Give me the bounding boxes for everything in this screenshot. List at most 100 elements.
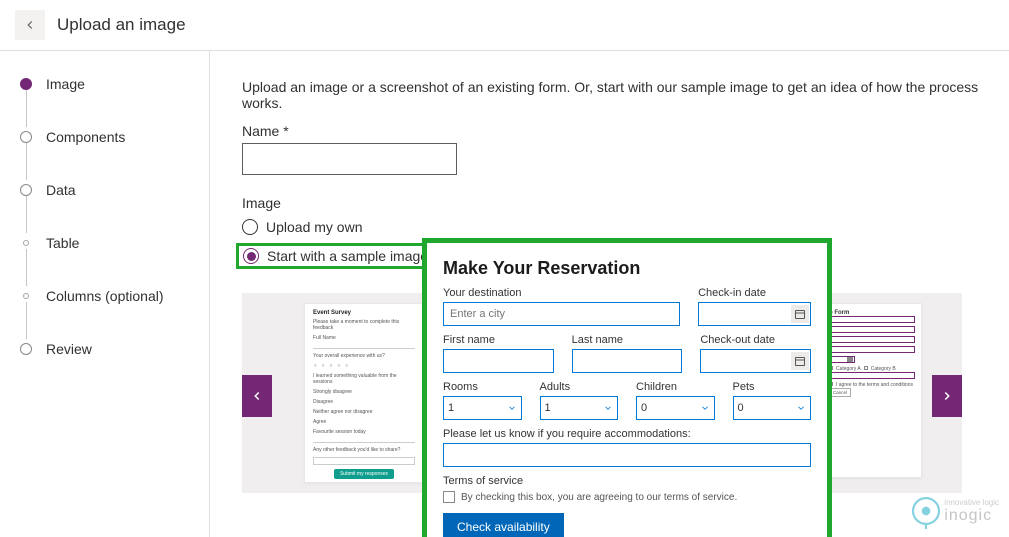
- dest-input[interactable]: [443, 302, 680, 326]
- sample-signup-form[interactable]: p Form Category A Category B I agree to …: [822, 303, 922, 478]
- image-section-label: Image: [242, 195, 1009, 211]
- step-image[interactable]: Image: [20, 76, 189, 92]
- checkin-label: Check-in date: [698, 287, 811, 299]
- rooms-label: Rooms: [443, 381, 522, 393]
- sample-input: [829, 372, 915, 379]
- step-label: Components: [46, 129, 125, 145]
- checkout-label: Check-out date: [700, 334, 811, 346]
- chevron-down-icon: [796, 403, 806, 413]
- checkbox-icon: [443, 491, 455, 503]
- step-columns[interactable]: Columns (optional): [20, 288, 189, 304]
- pets-select[interactable]: 0: [733, 396, 812, 420]
- radio-icon: [243, 248, 259, 264]
- fname-input[interactable]: [443, 349, 554, 373]
- sample-submit-button: Submit my responses: [334, 469, 394, 479]
- brand-logo-icon: [908, 493, 944, 529]
- dest-label: Your destination: [443, 287, 680, 299]
- watermark-brand: inogic: [944, 507, 999, 525]
- reservation-title: Make Your Reservation: [443, 258, 811, 279]
- step-connector: [26, 196, 27, 233]
- step-label: Review: [46, 341, 92, 357]
- step-dot-icon: [23, 293, 29, 299]
- watermark-logo: innovative logic inogic: [908, 493, 999, 529]
- step-connector: [26, 143, 27, 180]
- sample-input: [829, 326, 915, 333]
- accom-label: Please let us know if you require accomm…: [443, 428, 811, 440]
- sample-event-survey[interactable]: Event Survey Please take a moment to com…: [304, 303, 424, 483]
- tos-label: Terms of service: [443, 475, 811, 487]
- arrow-left-icon: [23, 18, 37, 32]
- sample-opt: Neither agree nor disagree: [313, 409, 415, 415]
- select-value: 1: [545, 402, 551, 414]
- lname-input[interactable]: [572, 349, 683, 373]
- watermark-tagline: innovative logic: [944, 498, 999, 507]
- sample-input: [829, 336, 915, 343]
- sample-title: Event Survey: [313, 310, 415, 316]
- step-connector: [26, 249, 27, 286]
- step-label: Data: [46, 182, 76, 198]
- children-label: Children: [636, 381, 715, 393]
- step-dot-icon: [20, 184, 32, 196]
- step-connector: [26, 302, 27, 339]
- name-input[interactable]: [242, 143, 457, 175]
- chevron-right-icon: [940, 389, 954, 403]
- steps-sidebar: Image Components Data Table Columns (opt…: [0, 51, 210, 537]
- step-data[interactable]: Data: [20, 182, 189, 198]
- sample-opt: Agree: [313, 419, 415, 425]
- sample-q: Favourite session today: [313, 429, 415, 435]
- carousel-next-button[interactable]: [932, 375, 962, 417]
- chevron-down-icon: [700, 403, 710, 413]
- calendar-icon[interactable]: [791, 352, 809, 370]
- name-label: Name *: [242, 123, 1009, 139]
- rooms-select[interactable]: 1: [443, 396, 522, 420]
- radio-start-sample[interactable]: Start with a sample image: [243, 248, 428, 264]
- step-dot-icon: [20, 131, 32, 143]
- chevron-left-icon: [250, 389, 264, 403]
- tos-checkbox-row[interactable]: By checking this box, you are agreeing t…: [443, 491, 811, 503]
- accom-input[interactable]: [443, 443, 811, 467]
- sample-cat: Category A: [836, 366, 861, 372]
- children-select[interactable]: 0: [636, 396, 715, 420]
- sample-radio-highlight: Start with a sample image: [236, 243, 437, 269]
- step-label: Table: [46, 235, 79, 251]
- sample-line: [313, 439, 415, 443]
- step-label: Image: [46, 76, 85, 92]
- sample-reservation-selected[interactable]: Make Your Reservation Your destination C…: [422, 238, 832, 537]
- tos-check-label: By checking this box, you are agreeing t…: [461, 492, 737, 503]
- sample-q: Full Name: [313, 335, 415, 341]
- sample-cat: Category B: [871, 366, 896, 372]
- step-table[interactable]: Table: [20, 235, 189, 251]
- sample-q: Any other feedback you'd like to share?: [313, 447, 415, 453]
- sample-opt: Disagree: [313, 399, 415, 405]
- adults-select[interactable]: 1: [540, 396, 619, 420]
- step-dot-icon: [23, 240, 29, 246]
- step-dot-icon: [20, 78, 32, 90]
- chevron-down-icon: [507, 403, 517, 413]
- star-icon: ★ ★ ★ ★ ★: [313, 363, 415, 369]
- radio-upload-own[interactable]: Upload my own: [242, 219, 1009, 235]
- sample-line: [313, 345, 415, 349]
- radio-label: Upload my own: [266, 219, 363, 235]
- chevron-down-icon: [603, 403, 613, 413]
- pets-label: Pets: [733, 381, 812, 393]
- page-title: Upload an image: [57, 15, 186, 35]
- checkbox-icon: [864, 366, 868, 370]
- back-button[interactable]: [15, 10, 45, 40]
- sample-opt: Strongly disagree: [313, 389, 415, 395]
- step-review[interactable]: Review: [20, 341, 189, 357]
- main-content: Upload an image or a screenshot of an ex…: [210, 51, 1009, 537]
- sample-box: [313, 457, 415, 465]
- sample-input: [829, 346, 915, 353]
- step-components[interactable]: Components: [20, 129, 189, 145]
- adults-label: Adults: [540, 381, 619, 393]
- check-availability-button[interactable]: Check availability: [443, 513, 564, 537]
- calendar-icon[interactable]: [791, 305, 809, 323]
- sample-input: [829, 316, 915, 323]
- sample-sub: Please take a moment to complete this fe…: [313, 319, 415, 331]
- step-dot-icon: [20, 343, 32, 355]
- fname-label: First name: [443, 334, 554, 346]
- select-value: 0: [738, 402, 744, 414]
- carousel-prev-button[interactable]: [242, 375, 272, 417]
- intro-text: Upload an image or a screenshot of an ex…: [242, 79, 1009, 111]
- sample-q: Your overall experience with us?: [313, 353, 415, 359]
